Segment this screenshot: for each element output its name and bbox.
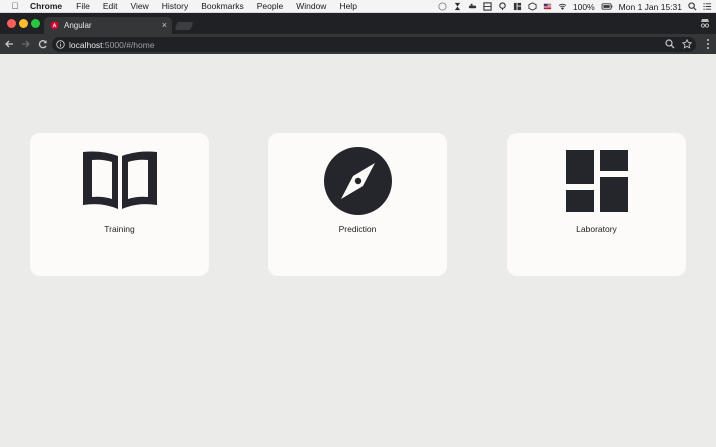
reload-icon (38, 40, 47, 49)
card-laboratory[interactable]: Laboratory (507, 133, 686, 276)
zoom-search-icon[interactable] (665, 39, 675, 49)
menu-bookmarks[interactable]: Bookmarks (201, 1, 244, 11)
battery-icon[interactable] (601, 2, 613, 11)
card-label-training: Training (104, 224, 135, 234)
angular-logo-icon (50, 21, 59, 30)
status-hourglass-icon[interactable] (453, 2, 462, 11)
window-close-button[interactable] (7, 19, 16, 28)
status-cube-icon[interactable] (528, 2, 537, 11)
forward-button[interactable] (18, 36, 34, 52)
menu-help[interactable]: Help (339, 1, 356, 11)
open-book-icon (82, 146, 158, 216)
menu-app-name[interactable]: Chrome (30, 1, 62, 11)
status-circle-icon[interactable] (438, 2, 447, 11)
chrome-menu-icon[interactable] (706, 38, 710, 50)
window-zoom-button[interactable] (31, 19, 40, 28)
docker-whale-icon[interactable] (468, 2, 477, 11)
new-tab-button[interactable] (174, 22, 194, 30)
back-button[interactable] (1, 36, 17, 52)
spotlight-search-icon[interactable] (688, 2, 697, 11)
tab-angular[interactable]: Angular × (44, 17, 172, 34)
back-arrow-icon (5, 40, 13, 48)
browser-toolbar: localhost:5000/#/home (0, 34, 716, 54)
site-info-icon[interactable] (56, 40, 65, 49)
status-search-icon[interactable] (498, 2, 507, 11)
page-content: Training Prediction Laboratory (0, 54, 716, 447)
status-box-icon[interactable] (483, 2, 492, 11)
clock[interactable]: Mon 1 Jan 15:31 (619, 2, 682, 12)
status-tiles-icon[interactable] (513, 2, 522, 11)
card-training[interactable]: Training (30, 133, 209, 276)
notification-center-icon[interactable] (703, 2, 712, 11)
card-label-laboratory: Laboratory (576, 224, 617, 234)
tab-title: Angular (64, 21, 92, 30)
incognito-icon[interactable] (699, 17, 711, 29)
tab-close-icon[interactable]: × (162, 20, 167, 30)
menu-edit[interactable]: Edit (103, 1, 118, 11)
card-prediction[interactable]: Prediction (268, 133, 447, 276)
address-bar[interactable]: localhost:5000/#/home (52, 37, 696, 52)
flag-icon[interactable] (543, 2, 552, 11)
menu-people[interactable]: People (257, 1, 283, 11)
url-path: :5000/#/home (102, 39, 155, 50)
omnibox-actions (665, 39, 692, 49)
reload-button[interactable] (35, 36, 51, 52)
wifi-icon[interactable] (558, 2, 567, 11)
menu-window[interactable]: Window (296, 1, 326, 11)
battery-percent: 100% (572, 1, 595, 12)
tab-strip: Angular × (0, 13, 716, 34)
forward-arrow-icon (22, 40, 30, 48)
menu-file[interactable]: File (76, 1, 90, 11)
menu-history[interactable]: History (162, 1, 188, 11)
window-minimize-button[interactable] (19, 19, 28, 28)
compass-icon (320, 146, 396, 216)
apple-menu-icon[interactable]:  (0, 1, 30, 11)
macos-menu-bar:  Chrome File Edit View History Bookmark… (0, 0, 716, 13)
card-label-prediction: Prediction (338, 224, 377, 234)
dashboard-grid-icon (559, 146, 635, 216)
menu-view[interactable]: View (130, 1, 148, 11)
status-area: 100% Mon 1 Jan 15:31 (438, 0, 712, 13)
url-host: localhost (69, 39, 103, 50)
bookmark-star-icon[interactable] (682, 39, 692, 49)
